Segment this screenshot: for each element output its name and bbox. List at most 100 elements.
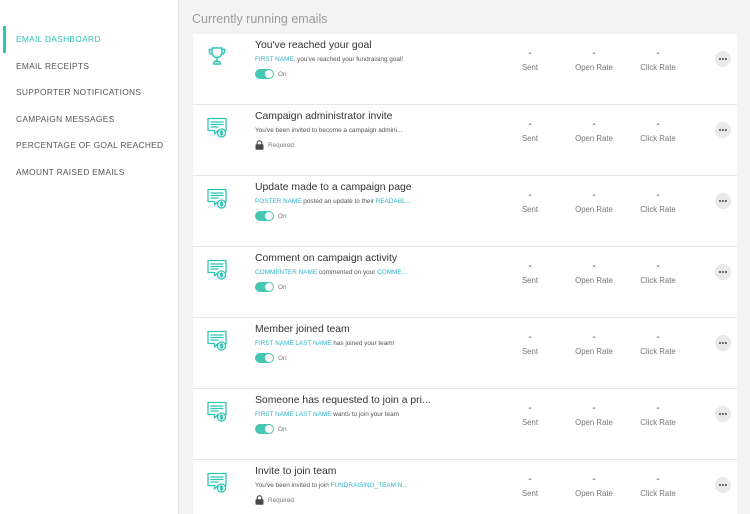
description-text: commented on your <box>317 269 378 276</box>
more-options-button[interactable] <box>715 264 731 280</box>
stat-click-rate: - Click Rate <box>623 403 693 427</box>
stat-open-rate: - Open Rate <box>559 190 629 214</box>
lock-icon <box>255 495 268 505</box>
email-status: On <box>255 210 287 222</box>
stat-sent-value: - <box>528 403 532 414</box>
stat-click-rate: - Click Rate <box>623 332 693 356</box>
stat-click-rate-label: Click Rate <box>640 205 676 214</box>
message-dollar-icon <box>205 186 229 210</box>
enabled-toggle[interactable] <box>255 353 274 363</box>
email-title: Campaign administrator invite <box>255 111 393 122</box>
more-options-button[interactable] <box>715 51 731 67</box>
dot-icon <box>722 129 724 131</box>
email-description: FIRST NAME, you've reached your fundrais… <box>255 56 431 63</box>
description-text: has joined your team! <box>331 340 395 347</box>
sidebar-item-percentage-of-goal-reached[interactable]: PERCENTAGE OF GOAL REACHED <box>0 132 178 159</box>
dot-icon <box>718 271 721 273</box>
stat-click-rate: - Click Rate <box>623 261 693 285</box>
more-options-button[interactable] <box>715 406 731 422</box>
more-options-button[interactable] <box>715 193 731 209</box>
sidebar-item-supporter-notifications[interactable]: SUPPORTER NOTIFICATIONS <box>0 79 178 106</box>
description-text: You've been invited to become a campaign… <box>255 127 403 134</box>
status-label: On <box>278 212 287 220</box>
more-options-button[interactable] <box>715 477 731 493</box>
merge-tag: FIRST NAME LAST NAME <box>255 340 332 347</box>
trophy-icon <box>205 44 229 68</box>
stat-sent: - Sent <box>495 119 565 143</box>
enabled-toggle[interactable] <box>255 424 274 434</box>
stat-click-rate-label: Click Rate <box>640 347 676 356</box>
stat-sent-label: Sent <box>521 347 539 356</box>
stat-open-rate-value: - <box>592 403 596 414</box>
more-options-button[interactable] <box>715 335 731 351</box>
email-status: On <box>255 423 287 435</box>
sidebar-item-email-dashboard[interactable]: EMAIL DASHBOARD <box>0 26 178 53</box>
enabled-toggle[interactable] <box>255 211 274 221</box>
email-status: On <box>255 352 287 364</box>
dot-icon <box>718 413 721 415</box>
stat-sent-label: Sent <box>521 418 539 427</box>
email-description: You've been invited to become a campaign… <box>255 127 431 134</box>
enabled-toggle[interactable] <box>255 69 274 79</box>
email-row[interactable]: Update made to a campaign page POSTER NA… <box>193 176 737 247</box>
merge-tag: READABL... <box>375 198 411 205</box>
stat-open-rate-label: Open Rate <box>575 489 613 498</box>
email-row[interactable]: You've reached your goal FIRST NAME, you… <box>193 34 737 105</box>
section-title: Currently running emails <box>192 12 328 26</box>
dot-icon <box>718 200 721 202</box>
stat-open-rate-label: Open Rate <box>575 276 613 285</box>
message-dollar-icon <box>205 399 229 423</box>
stat-sent: - Sent <box>495 403 565 427</box>
email-title: Member joined team <box>255 324 350 335</box>
more-options-button[interactable] <box>715 122 731 138</box>
stat-sent: - Sent <box>495 48 565 72</box>
stat-open-rate-value: - <box>592 332 596 343</box>
main-content: Currently running emails You've reached … <box>180 0 750 514</box>
email-row[interactable]: Member joined team FIRST NAME LAST NAME … <box>193 318 737 389</box>
merge-tag: FIRST NAME LAST NAME <box>255 411 332 418</box>
stat-open-rate: - Open Rate <box>559 474 629 498</box>
sidebar-item-campaign-messages[interactable]: CAMPAIGN MESSAGES <box>0 106 178 133</box>
email-status: Required <box>255 139 294 151</box>
stat-open-rate-label: Open Rate <box>575 347 613 356</box>
status-label: On <box>278 425 287 433</box>
stat-open-rate-label: Open Rate <box>575 205 613 214</box>
message-dollar-icon <box>205 257 229 281</box>
stat-click-rate-label: Click Rate <box>640 134 676 143</box>
stat-open-rate-value: - <box>592 474 596 485</box>
stat-click-rate-label: Click Rate <box>640 276 676 285</box>
stat-open-rate-value: - <box>592 119 596 130</box>
stat-open-rate-value: - <box>592 261 596 272</box>
status-label: On <box>278 354 287 362</box>
email-row[interactable]: Comment on campaign activity COMMENTER N… <box>193 247 737 318</box>
stat-click-rate: - Click Rate <box>623 48 693 72</box>
stat-click-rate-value: - <box>656 474 660 485</box>
dot-icon <box>718 58 721 60</box>
merge-tag: COMMENTER NAME <box>255 269 318 276</box>
email-row[interactable]: Someone has requested to join a pri... F… <box>193 389 737 460</box>
email-status: Required <box>255 494 294 506</box>
status-label: On <box>278 70 287 78</box>
enabled-toggle[interactable] <box>255 282 274 292</box>
email-description: FIRST NAME LAST NAME wants to join your … <box>255 411 431 418</box>
stat-sent: - Sent <box>495 332 565 356</box>
email-title: Invite to join team <box>255 466 337 477</box>
dot-icon <box>722 200 724 202</box>
sidebar-item-email-receipts[interactable]: EMAIL RECEIPTS <box>0 53 178 80</box>
merge-tag: FIRST NAME <box>255 56 294 63</box>
dot-icon <box>722 58 724 60</box>
email-title: Update made to a campaign page <box>255 182 412 193</box>
email-row[interactable]: Invite to join team You've been invited … <box>193 460 737 514</box>
sidebar-item-amount-raised-emails[interactable]: AMOUNT RAISED EMAILS <box>0 159 178 186</box>
email-status: On <box>255 68 287 80</box>
email-title: Someone has requested to join a pri... <box>255 395 431 406</box>
stat-open-rate: - Open Rate <box>559 403 629 427</box>
stat-sent-value: - <box>528 332 532 343</box>
status-label: On <box>278 283 287 291</box>
stat-sent-value: - <box>528 190 532 201</box>
stat-open-rate: - Open Rate <box>559 119 629 143</box>
email-row[interactable]: Campaign administrator invite You've bee… <box>193 105 737 176</box>
email-description: FIRST NAME LAST NAME has joined your tea… <box>255 340 431 347</box>
stat-open-rate: - Open Rate <box>559 48 629 72</box>
stat-click-rate-value: - <box>656 403 660 414</box>
